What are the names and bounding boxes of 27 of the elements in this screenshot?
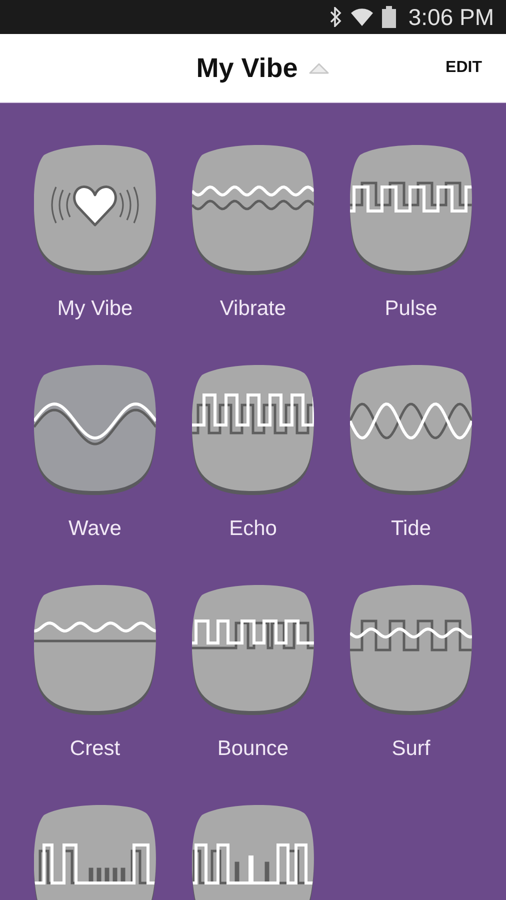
title-dropdown[interactable]: My Vibe: [196, 52, 330, 84]
caret-up-icon: [308, 62, 330, 74]
battery-icon: [382, 6, 396, 28]
pattern-label: Pulse: [384, 297, 438, 321]
status-time: 3:06 PM: [408, 4, 494, 30]
pattern-label: Tide: [390, 517, 432, 541]
edit-button[interactable]: EDIT: [442, 55, 486, 81]
pattern-pad[interactable]: [350, 143, 472, 275]
pattern-label: Surf: [392, 737, 430, 761]
pattern-pad[interactable]: [350, 583, 472, 715]
pattern-pad[interactable]: [34, 583, 156, 715]
wifi-icon: [350, 6, 374, 28]
pattern-pad[interactable]: [192, 143, 314, 275]
pattern-label: Crest: [70, 737, 120, 761]
pattern-pad[interactable]: [192, 363, 314, 495]
bluetooth-icon: [330, 7, 342, 27]
pattern-label: Vibrate: [220, 297, 286, 321]
pattern-pad[interactable]: [350, 363, 472, 495]
pattern-label: Wave: [68, 517, 122, 541]
pattern-label: Bounce: [217, 737, 289, 761]
pattern-pad[interactable]: [34, 803, 156, 900]
pattern-pad[interactable]: [34, 143, 156, 275]
pattern-label: Echo: [229, 517, 277, 541]
pattern-pad[interactable]: [34, 363, 156, 495]
pattern-pad[interactable]: [192, 583, 314, 715]
pattern-pad[interactable]: [192, 803, 314, 900]
pattern-label: My Vibe: [57, 297, 133, 321]
